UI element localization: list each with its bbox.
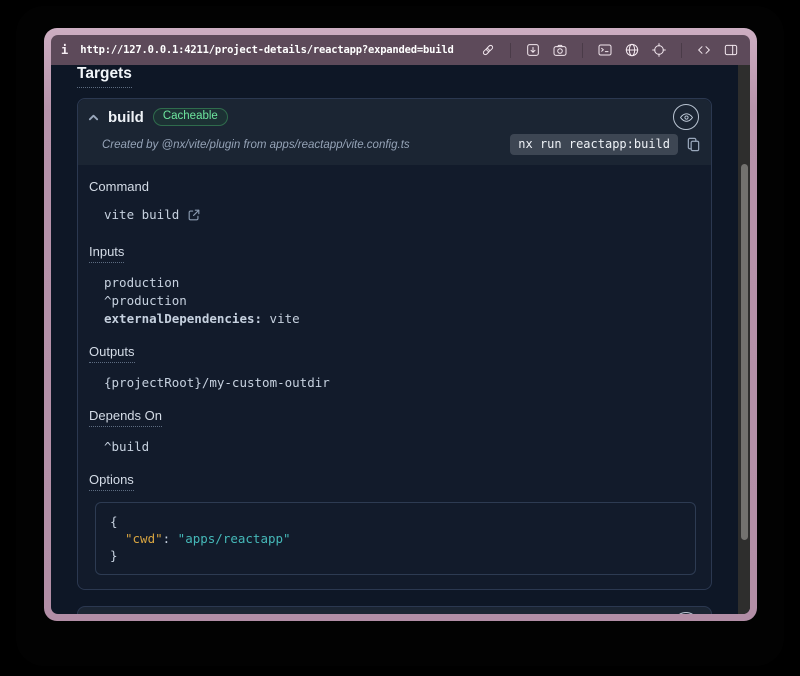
input-item: production <box>104 274 691 292</box>
options-label[interactable]: Options <box>89 472 134 491</box>
locate-icon[interactable] <box>650 41 668 59</box>
globe-icon[interactable] <box>623 41 641 59</box>
eye-icon[interactable] <box>673 104 699 130</box>
browser-window: i http://127.0.0.1:4211/project-details/… <box>44 28 757 621</box>
toolbar-separator <box>681 43 682 58</box>
build-target-header[interactable]: build Cacheable <box>78 99 711 131</box>
input-item-external-deps: externalDependencies: vite <box>104 310 691 328</box>
terminal-icon[interactable] <box>596 41 614 59</box>
created-by-text: Created by @nx/vite/plugin from apps/rea… <box>102 139 410 151</box>
project-details-view: Targets build Cacheable C <box>51 65 750 614</box>
external-link-icon[interactable] <box>187 208 201 222</box>
panel-icon[interactable] <box>722 41 740 59</box>
link-icon[interactable] <box>479 41 497 59</box>
eye-icon[interactable] <box>673 612 699 614</box>
depends-on-item: ^build <box>104 438 691 456</box>
depends-on-label[interactable]: Depends On <box>89 408 162 427</box>
options-code-block: { "cwd": "apps/reactapp" } <box>95 502 696 575</box>
run-command-chip: nx run reactapp:build <box>510 134 678 155</box>
options-brace-open: { <box>110 513 681 530</box>
address-bar[interactable]: http://127.0.0.1:4211/project-details/re… <box>80 44 453 56</box>
outputs-label[interactable]: Outputs <box>89 344 135 363</box>
target-name: build <box>108 109 144 126</box>
browser-toolbar: i http://127.0.0.1:4211/project-details/… <box>51 35 750 65</box>
serve-target-header[interactable]: serve vite serve <box>78 607 711 614</box>
options-brace-close: } <box>110 547 681 564</box>
cacheable-badge: Cacheable <box>153 108 228 127</box>
options-value: "apps/reactapp" <box>178 531 291 546</box>
copy-icon[interactable] <box>686 137 701 152</box>
target-card-serve: serve vite serve <box>77 606 712 614</box>
import-box-icon[interactable] <box>524 41 542 59</box>
options-separator: : <box>163 531 171 546</box>
scrollbar-thumb[interactable] <box>741 164 748 540</box>
input-item: ^production <box>104 292 691 310</box>
inputs-label[interactable]: Inputs <box>89 244 124 263</box>
targets-heading[interactable]: Targets <box>77 65 132 88</box>
code-icon[interactable] <box>695 41 713 59</box>
toolbar-separator <box>582 43 583 58</box>
options-cwd-line: "cwd": "apps/reactapp" <box>110 530 681 547</box>
command-label: Command <box>89 179 149 194</box>
output-item: {projectRoot}/my-custom-outdir <box>104 374 691 392</box>
options-key: "cwd" <box>125 531 163 546</box>
chevron-up-icon <box>88 112 99 123</box>
info-icon: i <box>61 43 68 57</box>
command-value: vite build <box>104 206 179 224</box>
external-deps-key: externalDependencies: <box>104 311 262 326</box>
external-deps-value: vite <box>270 311 300 326</box>
target-card-build: build Cacheable Created by @nx/vite/plug… <box>77 98 712 590</box>
toolbar-separator <box>510 43 511 58</box>
camera-icon[interactable] <box>551 41 569 59</box>
